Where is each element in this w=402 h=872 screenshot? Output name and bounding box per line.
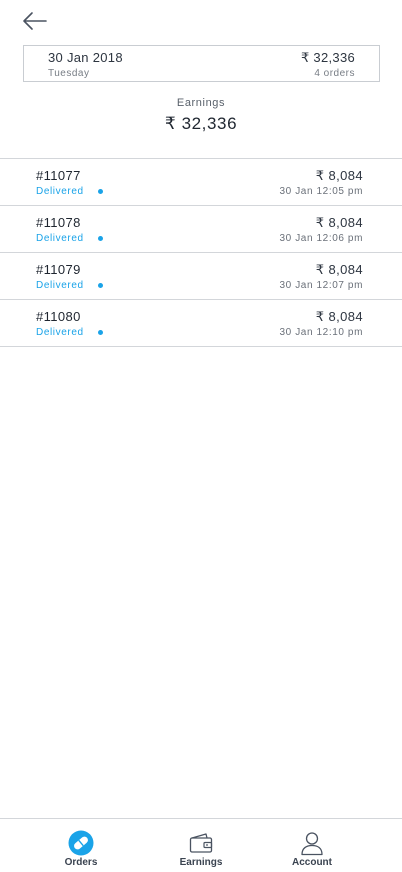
nav-earnings-tab[interactable]: Earnings <box>151 819 251 872</box>
status-dot-icon <box>98 236 103 241</box>
back-button[interactable] <box>22 10 48 32</box>
order-id: #11079 <box>36 262 81 277</box>
order-row[interactable]: #11077 Delivered ₹ 8,084 30 Jan 12:05 pm <box>0 159 402 206</box>
nav-orders-label: Orders <box>64 857 98 868</box>
order-id: #11080 <box>36 309 81 324</box>
day-summary-card[interactable]: 30 Jan 2018 Tuesday ₹ 32,336 4 orders <box>23 45 380 82</box>
summary-order-count: 4 orders <box>314 68 355 79</box>
nav-earnings-label: Earnings <box>179 857 223 868</box>
summary-amount: ₹ 32,336 <box>300 50 355 65</box>
order-amount: ₹ 8,084 <box>315 309 363 324</box>
order-id: #11077 <box>36 168 81 183</box>
order-time: 30 Jan 12:05 pm <box>279 186 363 197</box>
order-row[interactable]: #11080 Delivered ₹ 8,084 30 Jan 12:10 pm <box>0 300 402 347</box>
order-status: Delivered <box>36 280 84 291</box>
order-amount: ₹ 8,084 <box>315 215 363 230</box>
status-dot-icon <box>98 330 103 335</box>
order-amount: ₹ 8,084 <box>315 262 363 277</box>
nav-orders-tab[interactable]: Orders <box>31 819 131 872</box>
order-id: #11078 <box>36 215 81 230</box>
earnings-label: Earnings <box>176 97 226 109</box>
status-dot-icon <box>98 189 103 194</box>
earnings-total: ₹ 32,336 <box>164 114 238 133</box>
user-icon <box>301 832 323 856</box>
order-list: #11077 Delivered ₹ 8,084 30 Jan 12:05 pm… <box>0 158 402 347</box>
bottom-navigation: Orders Earnings Account <box>0 818 402 872</box>
arrow-left-icon <box>23 12 47 30</box>
order-row[interactable]: #11078 Delivered ₹ 8,084 30 Jan 12:06 pm <box>0 206 402 253</box>
wallet-icon <box>189 833 213 853</box>
summary-day: Tuesday <box>48 68 90 79</box>
order-status: Delivered <box>36 186 84 197</box>
status-dot-icon <box>98 283 103 288</box>
order-time: 30 Jan 12:10 pm <box>279 327 363 338</box>
order-status: Delivered <box>36 233 84 244</box>
summary-date: 30 Jan 2018 <box>48 50 123 65</box>
order-status: Delivered <box>36 327 84 338</box>
order-row[interactable]: #11079 Delivered ₹ 8,084 30 Jan 12:07 pm <box>0 253 402 300</box>
nav-account-label: Account <box>292 857 332 868</box>
order-time: 30 Jan 12:07 pm <box>279 280 363 291</box>
order-amount: ₹ 8,084 <box>315 168 363 183</box>
nav-account-tab[interactable]: Account <box>262 819 362 872</box>
order-time: 30 Jan 12:06 pm <box>279 233 363 244</box>
pill-icon <box>68 830 94 856</box>
